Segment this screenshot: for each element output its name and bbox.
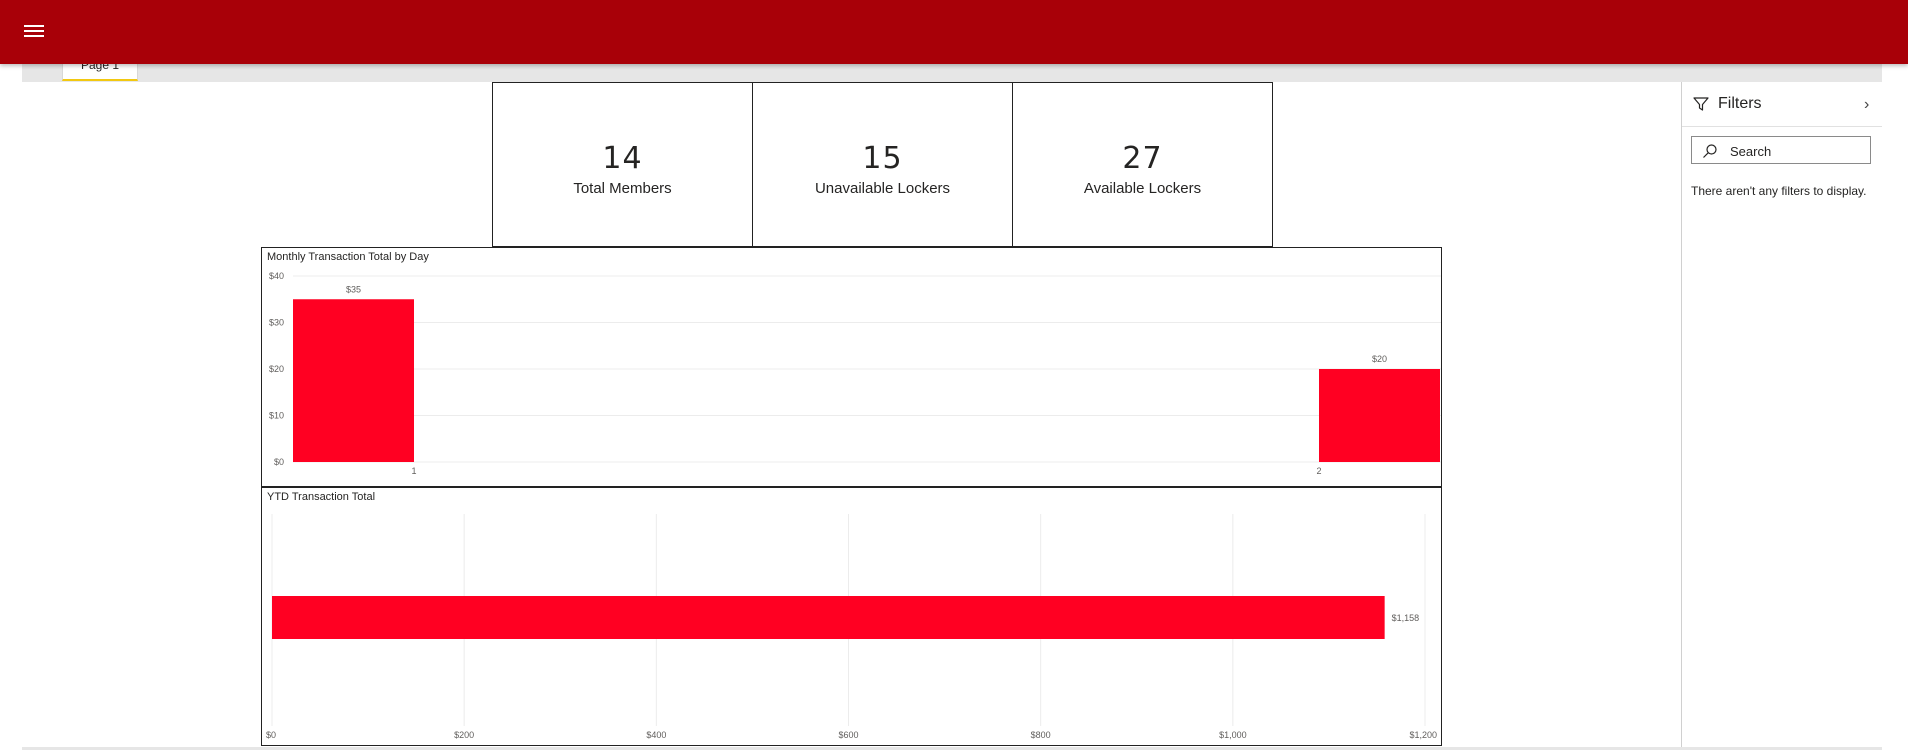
- filter-icon: [1693, 97, 1709, 111]
- ytd-transaction-chart[interactable]: YTD Transaction Total $0 $200 $400 $600 $800…: [261, 487, 1442, 746]
- x-tick-label: $400: [646, 730, 666, 740]
- data-label: $1,158: [1392, 613, 1420, 623]
- chart-plot: $0 $200 $400 $600 $800 $1,000 $1,200 $1,158: [266, 514, 1437, 740]
- filters-divider: [1682, 126, 1882, 127]
- filter-search-box[interactable]: [1691, 136, 1871, 164]
- monthly-transaction-chart[interactable]: Monthly Transaction Total by Day $0 $10 $2…: [261, 247, 1442, 487]
- x-tick-label: $600: [838, 730, 858, 740]
- card-value: 14: [602, 141, 643, 176]
- x-tick-label: $1,200: [1409, 730, 1437, 740]
- card-unavailable-lockers[interactable]: 15 Unavailable Lockers: [752, 82, 1013, 247]
- bar: [1319, 369, 1440, 462]
- y-tick-label: $40: [269, 271, 284, 281]
- y-tick-label: $10: [269, 411, 284, 421]
- app-header: [0, 0, 1908, 64]
- x-tick-label: 2: [1316, 466, 1321, 476]
- data-label: $20: [1372, 354, 1387, 364]
- card-label: Total Members: [573, 180, 672, 197]
- x-tick-label: $800: [1031, 730, 1051, 740]
- data-label: $35: [346, 284, 361, 294]
- card-value: 27: [1122, 141, 1163, 176]
- bar: [293, 299, 414, 462]
- card-label: Available Lockers: [1083, 180, 1202, 197]
- card-total-members[interactable]: 14 Total Members: [492, 82, 753, 247]
- card-value: 15: [862, 141, 903, 176]
- y-tick-label: $20: [269, 364, 284, 374]
- y-tick-label: $30: [269, 318, 284, 328]
- card-label: Unavailable Lockers: [814, 180, 951, 197]
- x-tick-label: 1: [411, 466, 416, 476]
- x-tick-label: $200: [454, 730, 474, 740]
- y-tick-label: $0: [274, 457, 284, 467]
- hamburger-icon[interactable]: [22, 22, 46, 42]
- x-tick-label: $1,000: [1219, 730, 1247, 740]
- chevron-right-icon[interactable]: ›: [1864, 96, 1869, 114]
- filters-empty-message: There aren't any filters to display.: [1691, 184, 1867, 198]
- filters-pane: Filters › There aren't any filters to di…: [1681, 82, 1882, 750]
- bar: [272, 596, 1385, 639]
- x-tick-label: $0: [266, 730, 276, 740]
- chart-plot: $0 $10 $20 $30 $40 $35 $20 1 2: [269, 271, 1441, 476]
- filters-title: Filters: [1718, 95, 1762, 112]
- card-available-lockers[interactable]: 27 Available Lockers: [1012, 82, 1273, 247]
- search-icon: [1703, 144, 1717, 158]
- filter-search-input[interactable]: [1730, 142, 1865, 160]
